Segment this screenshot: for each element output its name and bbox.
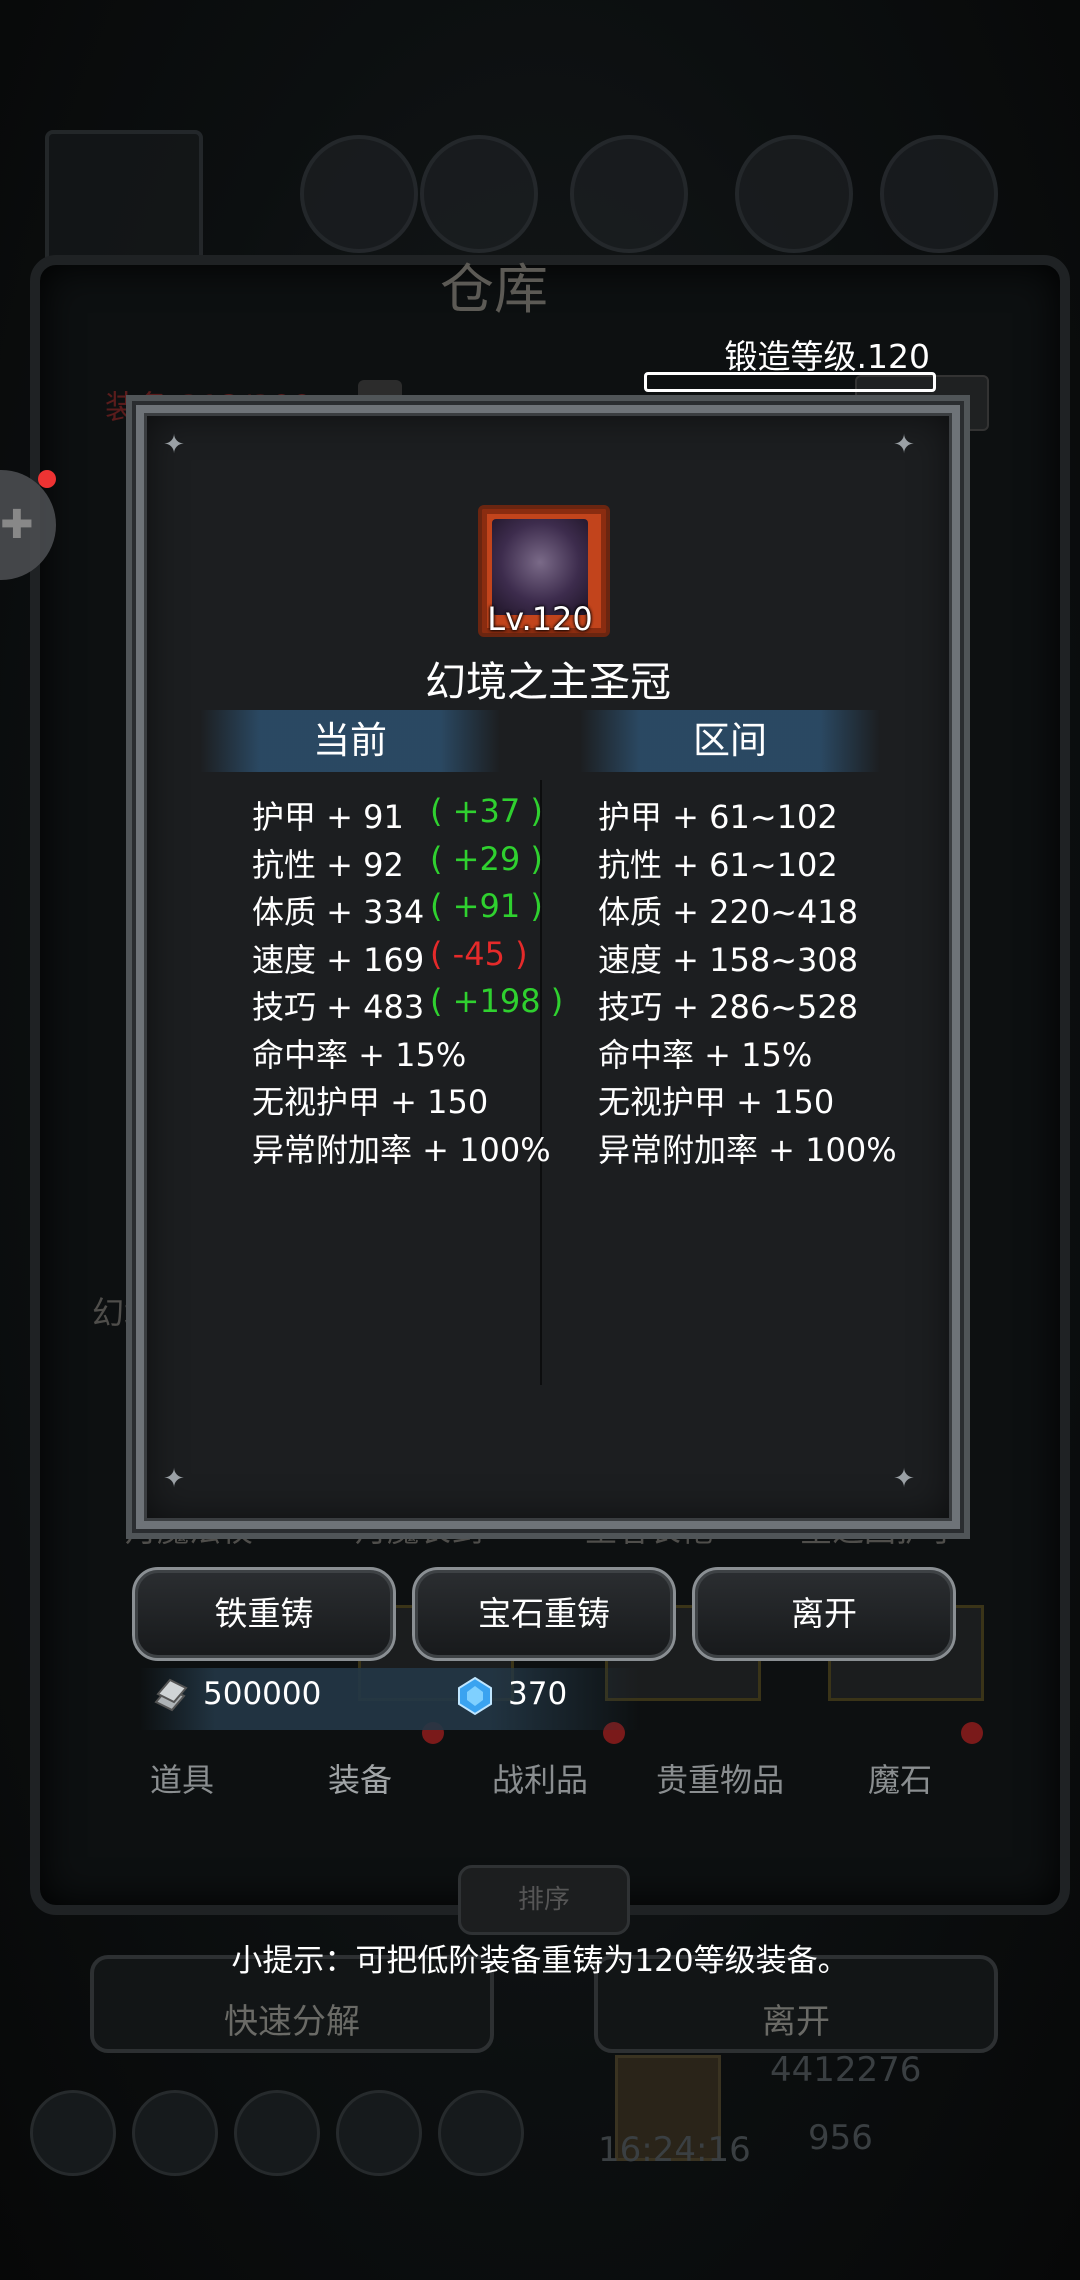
puzzle-icon: ✚ [0, 502, 34, 548]
menu-icon-3 [570, 135, 688, 253]
iron-amount: 500000 [203, 1676, 322, 1712]
tab-equipment[interactable]: 装备 [270, 1755, 450, 1801]
warehouse-title: 仓库 [440, 258, 548, 321]
current-stat: 技巧 + 483 [252, 988, 425, 1026]
item-level: Lv.120 [487, 600, 593, 638]
gem-amount: 370 [508, 1676, 568, 1712]
stat-delta: ( +29 ) [430, 839, 543, 878]
notification-dot [961, 1722, 983, 1744]
current-stat: 异常附加率 + 100% [252, 1130, 551, 1169]
range-stat: 无视护甲 + 150 [598, 1083, 835, 1121]
bg-gold-amount: 4412276 [770, 2050, 922, 2090]
current-stat: 速度 + 169 [252, 940, 425, 979]
sort-button[interactable]: 排序 [458, 1865, 630, 1935]
iron-recast-button[interactable]: 铁重铸 [132, 1567, 396, 1661]
bg-gem-amount: 956 [808, 2118, 873, 2158]
corner-ornament: ✦ [893, 430, 915, 460]
range-column-header: 区间 [580, 710, 880, 772]
range-stat: 速度 + 158~308 [598, 940, 859, 979]
range-stat: 抗性 + 61~102 [598, 845, 838, 884]
leave-button[interactable]: 离开 [692, 1567, 956, 1661]
range-stat: 护甲 + 61~102 [598, 798, 838, 836]
tab-items[interactable]: 道具 [92, 1755, 272, 1801]
stat-delta: ( +198 ) [430, 982, 564, 1020]
current-stat: 体质 + 334 [252, 893, 425, 931]
menu-icon-5 [880, 135, 998, 253]
range-stat: 异常附加率 + 100% [598, 1130, 897, 1169]
gem-recast-button[interactable]: 宝石重铸 [412, 1567, 676, 1661]
tab-loot[interactable]: 战利品 [450, 1755, 630, 1801]
corner-ornament: ✦ [163, 1464, 185, 1494]
range-stat: 技巧 + 286~528 [598, 988, 859, 1026]
gem-icon [458, 1676, 492, 1716]
bottom-menu-icon[interactable] [234, 2090, 320, 2176]
current-column-header: 当前 [200, 710, 500, 772]
bottom-menu-icon[interactable] [132, 2090, 218, 2176]
menu-icon-1 [300, 135, 418, 253]
menu-icon-2 [420, 135, 538, 253]
stat-delta: ( +91 ) [430, 887, 543, 925]
item-name: 幻境之主圣冠 [425, 658, 671, 706]
bg-clock: 16:24:16 [598, 2130, 751, 2170]
current-stat: 抗性 + 92 [252, 845, 404, 884]
quick-disassemble-label: 快速分解 [224, 2002, 360, 2042]
forge-level-label: 锻造等级.120 [724, 337, 930, 376]
current-stat: 无视护甲 + 150 [252, 1083, 489, 1121]
current-stat: 护甲 + 91 [252, 798, 404, 836]
range-stat: 体质 + 220~418 [598, 893, 859, 931]
bottom-menu-icon[interactable] [438, 2090, 524, 2176]
corner-ornament: ✦ [893, 1464, 915, 1494]
notification-dot [38, 470, 56, 488]
forge-level-bar [644, 372, 936, 392]
menu-icon-4 [735, 135, 853, 253]
corner-ornament: ✦ [163, 430, 185, 460]
stat-delta: ( -45 ) [430, 934, 528, 973]
tab-valuables[interactable]: 贵重物品 [630, 1755, 810, 1801]
bg-leave-label: 离开 [762, 2002, 830, 2042]
tab-magic-stones[interactable]: 魔石 [810, 1755, 990, 1801]
stat-delta: ( +37 ) [430, 792, 543, 830]
bottom-menu-icon[interactable] [30, 2090, 116, 2176]
range-stat: 命中率 + 15% [598, 1035, 813, 1074]
iron-ingot-icon [154, 1678, 188, 1712]
bottom-menu-icon[interactable] [336, 2090, 422, 2176]
hint-text: 小提示：可把低阶装备重铸为120等级装备。 [231, 1943, 849, 1979]
current-stat: 命中率 + 15% [252, 1035, 467, 1074]
